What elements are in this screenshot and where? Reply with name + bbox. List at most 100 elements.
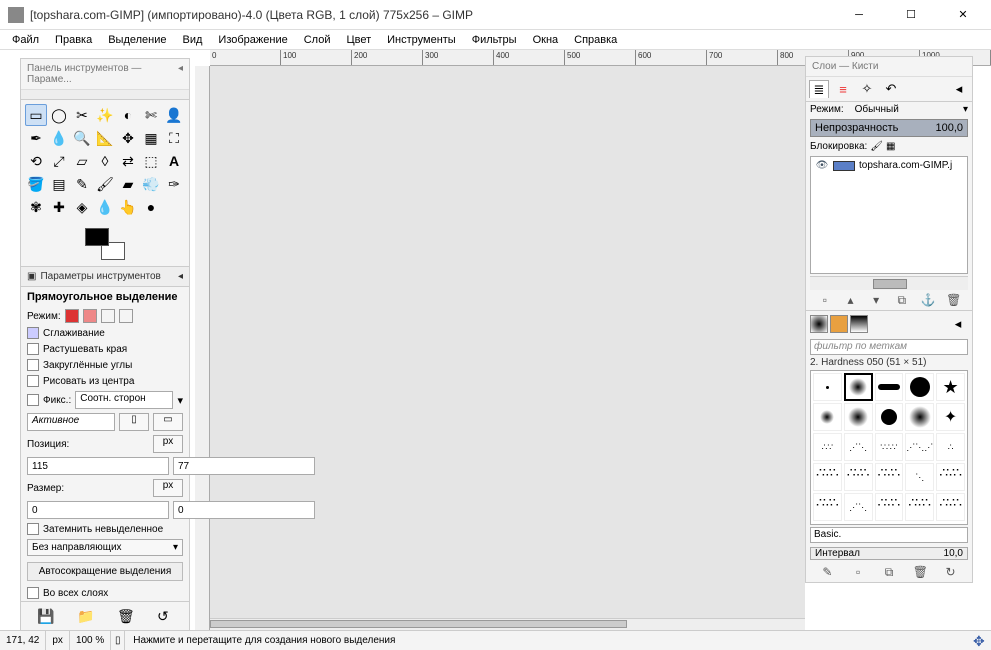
tool-bucket[interactable]: 🪣 — [25, 173, 47, 195]
tool-paths[interactable]: ✒ — [25, 127, 47, 149]
duplicate-brush-icon[interactable]: ⧉ — [882, 565, 896, 579]
brush-preset-combo[interactable]: Basic. — [810, 527, 968, 543]
brush-cell[interactable] — [813, 493, 842, 521]
tool-fuzzy-select[interactable]: ✨ — [94, 104, 116, 126]
brush-cell[interactable] — [875, 373, 904, 401]
mode-intersect[interactable] — [119, 309, 133, 323]
darken-checkbox[interactable] — [27, 523, 39, 535]
fix-combo[interactable]: Соотн. сторон — [75, 391, 173, 409]
guides-combo[interactable]: Без направляющих▾ — [27, 539, 183, 556]
tool-cage[interactable]: ⬚ — [140, 150, 162, 172]
layers-tab[interactable]: ≣ — [809, 80, 829, 98]
brush-cell[interactable] — [875, 403, 904, 431]
brush-cell[interactable] — [936, 463, 965, 491]
tool-dodge[interactable]: ● — [140, 196, 162, 218]
brush-menu-icon[interactable]: ◂ — [948, 315, 968, 333]
tool-perspective[interactable]: ◊ — [94, 150, 116, 172]
menu-windows[interactable]: Окна — [527, 32, 565, 48]
menu-filters[interactable]: Фильтры — [466, 32, 523, 48]
mode-add[interactable] — [83, 309, 97, 323]
tool-ink[interactable]: ✑ — [163, 173, 185, 195]
lock-pixels-icon[interactable]: 🖌 — [870, 141, 883, 152]
new-brush-icon[interactable]: ▫ — [851, 565, 865, 579]
tool-crop[interactable]: ⛶ — [163, 127, 185, 149]
channels-tab[interactable]: ≡ — [833, 80, 853, 98]
active-field[interactable]: Активное — [27, 413, 115, 431]
brush-cell[interactable] — [813, 373, 842, 401]
size-x-input[interactable] — [27, 501, 169, 519]
delete-preset-icon[interactable]: 🗑 — [117, 608, 133, 624]
brush-cell[interactable] — [844, 463, 873, 491]
load-preset-icon[interactable]: 📁 — [77, 608, 93, 624]
autoshrink-button[interactable]: Автосокращение выделения — [27, 562, 183, 581]
brush-cell[interactable] — [813, 463, 842, 491]
brush-filter-input[interactable]: фильтр по меткам — [810, 339, 968, 355]
brush-cell[interactable] — [905, 493, 934, 521]
layer-item[interactable]: 👁 topshara.com-GIMP.j — [811, 157, 967, 174]
delete-brush-icon[interactable]: 🗑 — [913, 565, 927, 579]
menu-file[interactable]: Файл — [6, 32, 45, 48]
tool-blend[interactable]: ▤ — [48, 173, 70, 195]
brush-cell[interactable]: ⋰⋱⋰ — [905, 433, 934, 461]
delete-layer-icon[interactable]: 🗑 — [946, 293, 960, 307]
brush-cell[interactable] — [875, 493, 904, 521]
tool-clone[interactable]: ✾ — [25, 196, 47, 218]
anchor-layer-icon[interactable]: ⚓ — [920, 293, 934, 307]
duplicate-layer-icon[interactable]: ⧉ — [895, 293, 909, 307]
tool-zoom[interactable]: 🔍 — [71, 127, 93, 149]
raise-layer-icon[interactable]: ▴ — [843, 293, 857, 307]
brush-cell[interactable] — [905, 403, 934, 431]
brush-cell[interactable]: ∴ — [936, 433, 965, 461]
rounded-checkbox[interactable] — [27, 359, 39, 371]
tool-measure[interactable]: 📐 — [94, 127, 116, 149]
gradients-tab[interactable] — [850, 315, 868, 333]
brushes-tab[interactable] — [810, 315, 828, 333]
brush-cell[interactable]: ⋱ — [905, 463, 934, 491]
feather-checkbox[interactable] — [27, 343, 39, 355]
brush-cell[interactable] — [813, 403, 842, 431]
mode-subtract[interactable] — [101, 309, 115, 323]
brush-cell[interactable] — [875, 463, 904, 491]
brush-cell[interactable] — [905, 373, 934, 401]
brush-cell[interactable] — [844, 373, 873, 401]
options-menu-icon[interactable]: ◂ — [178, 271, 183, 282]
size-y-input[interactable] — [173, 501, 315, 519]
brush-cell[interactable] — [936, 493, 965, 521]
lock-alpha-icon[interactable]: ▦ — [886, 141, 895, 152]
opacity-slider[interactable]: Непрозрачность 100,0 — [810, 119, 968, 137]
edit-brush-icon[interactable]: ✎ — [820, 565, 834, 579]
blend-mode-combo[interactable]: Обычный — [855, 104, 899, 115]
status-unit[interactable]: px — [46, 631, 70, 650]
maximize-button[interactable]: ☐ — [891, 3, 931, 27]
layer-scrollbar[interactable] — [810, 276, 968, 290]
fix-checkbox[interactable] — [27, 394, 39, 406]
paths-tab[interactable]: ✧ — [857, 80, 877, 98]
canvas[interactable] — [210, 66, 805, 630]
brush-cell[interactable]: ⋰⋱ — [844, 493, 873, 521]
tool-by-color[interactable]: ◐ — [117, 104, 139, 126]
pos-y-input[interactable] — [173, 457, 315, 475]
tool-rect-select[interactable]: ▭ — [25, 104, 47, 126]
lower-layer-icon[interactable]: ▾ — [869, 293, 883, 307]
menu-color[interactable]: Цвет — [340, 32, 377, 48]
fix-dropdown-icon[interactable]: ▾ — [177, 394, 183, 407]
tool-airbrush[interactable]: 💨 — [140, 173, 162, 195]
menu-layer[interactable]: Слой — [298, 32, 337, 48]
tool-color-picker[interactable]: 💧 — [48, 127, 70, 149]
fg-color[interactable] — [85, 228, 109, 246]
menu-select[interactable]: Выделение — [102, 32, 172, 48]
brush-cell[interactable]: ⋰⋱ — [844, 433, 873, 461]
tool-move[interactable]: ✥ — [117, 127, 139, 149]
tool-free-select[interactable]: ✂ — [71, 104, 93, 126]
menu-image[interactable]: Изображение — [212, 32, 293, 48]
tool-blur[interactable]: 💧 — [94, 196, 116, 218]
tool-ellipse-select[interactable]: ◯ — [48, 104, 70, 126]
mode-dropdown-icon[interactable]: ▾ — [963, 104, 968, 115]
brush-interval-slider[interactable]: Интервал 10,0 — [810, 547, 968, 560]
tool-scissors[interactable]: ✄ — [140, 104, 162, 126]
pos-x-input[interactable] — [27, 457, 169, 475]
tool-shear[interactable]: ▱ — [71, 150, 93, 172]
brush-cell[interactable]: ∵∴∵ — [875, 433, 904, 461]
canvas-scrollbar-h[interactable] — [210, 618, 805, 630]
menu-tools[interactable]: Инструменты — [381, 32, 462, 48]
